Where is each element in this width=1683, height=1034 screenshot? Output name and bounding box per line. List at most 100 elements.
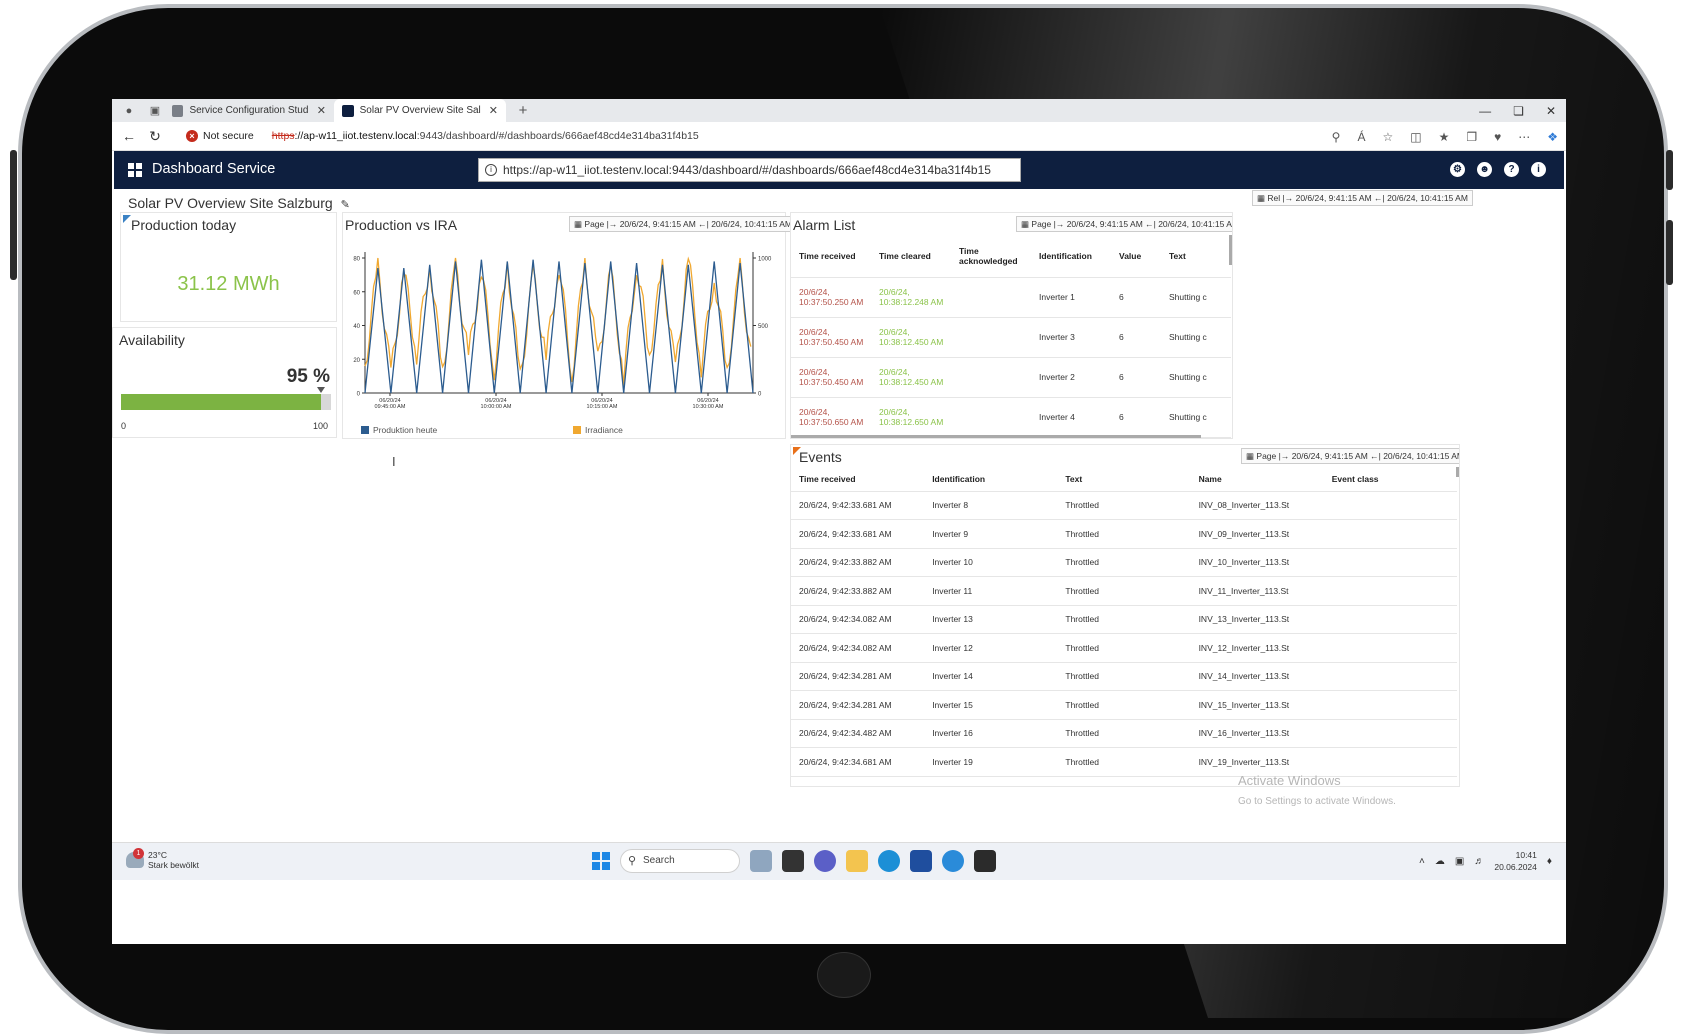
cloud-sync-icon[interactable]: ☁ — [1435, 856, 1445, 867]
tab-actions-icon[interactable]: ▣ — [146, 104, 164, 118]
column-header[interactable]: Identification — [1031, 235, 1111, 278]
calendar-icon: ▦ — [1021, 219, 1032, 229]
cell-received: 20/6/24, 10:37:50.450 AM — [791, 317, 871, 358]
task-view-icon[interactable] — [782, 850, 804, 872]
restore-icon[interactable]: ❏ — [1513, 104, 1524, 118]
cell-cls — [1323, 519, 1457, 549]
header-actions: ⚙ ☻ ? i — [1450, 162, 1546, 177]
apps-grid-icon[interactable] — [128, 163, 142, 177]
user-account-icon[interactable]: ☻ — [1477, 162, 1492, 177]
cell-id: Inverter 11 — [924, 576, 1058, 606]
edit-pencil-icon[interactable]: ✎ — [341, 199, 350, 211]
help-icon[interactable]: ? — [1504, 162, 1519, 177]
more-icon[interactable]: ⋯ — [1518, 130, 1530, 144]
notification-bell-icon[interactable]: ♦ — [1547, 856, 1552, 867]
column-header[interactable]: Time acknowledged — [951, 235, 1031, 278]
column-header[interactable]: Text — [1161, 235, 1231, 278]
collections-icon[interactable]: ❐ — [1466, 130, 1477, 144]
tab-solar-pv-overview[interactable]: Solar PV Overview Site Salzburg ✕ — [334, 99, 506, 122]
favorites-icon[interactable]: ★ — [1439, 130, 1450, 144]
settings-gear-icon[interactable]: ⚙ — [1450, 162, 1465, 177]
profile-icon[interactable]: ● — [120, 104, 138, 118]
production-chart[interactable]: 0204060800500100006/20/2409:45:00 AM06/2… — [343, 213, 787, 440]
edge-browser-icon[interactable] — [878, 850, 900, 872]
close-icon[interactable]: ✕ — [489, 104, 498, 117]
back-icon[interactable]: ← — [116, 128, 142, 144]
widgets-app-icon[interactable] — [750, 850, 772, 872]
volume-icon[interactable]: ♬ — [1474, 856, 1484, 867]
table-row[interactable]: 20/6/24, 9:42:33.882 AM Inverter 10 Thrott… — [791, 548, 1457, 577]
favorite-star-icon[interactable]: ☆ — [1382, 130, 1393, 144]
table-row[interactable]: 20/6/24, 9:42:34.281 AM Inverter 14 Thrott… — [791, 662, 1457, 691]
table-header-row: Time received Time cleared Time acknowledg… — [791, 235, 1231, 278]
address-bar-actions: ⚲ Á ☆ ◫ ★ ❐ ♥ ⋯ ❖ — [1332, 122, 1558, 151]
vertical-scrollbar[interactable] — [1456, 467, 1459, 477]
table-row[interactable]: 20/6/24, 9:42:33.681 AM Inverter 9 Throttl… — [791, 519, 1457, 549]
minimize-icon[interactable]: — — [1479, 104, 1491, 118]
cell-text: Throttled — [1057, 719, 1191, 748]
file-explorer-icon[interactable] — [846, 850, 868, 872]
table-row[interactable]: 20/6/24, 9:42:34.482 AM Inverter 16 Thrott… — [791, 719, 1457, 748]
table-row[interactable]: 20/6/24, 9:42:34.681 AM Inverter 19 Thrott… — [791, 747, 1457, 777]
y-left-tick-label: 0 — [357, 392, 361, 398]
chevron-up-icon[interactable]: ˄ — [1419, 856, 1425, 867]
tab-label: Service Configuration Studio - lio — [189, 105, 309, 116]
tablet-home-button[interactable] — [817, 952, 871, 998]
security-indicator[interactable]: × Not secure — [186, 130, 254, 142]
info-icon[interactable]: i — [1531, 162, 1546, 177]
column-header[interactable]: Time received — [791, 467, 925, 492]
column-header[interactable]: Name — [1190, 467, 1324, 492]
horizontal-scrollbar[interactable] — [791, 435, 1201, 438]
table-row[interactable]: 20/6/24, 9:42:34.281 AM Inverter 15 Thrott… — [791, 690, 1457, 720]
tab-service-configuration[interactable]: Service Configuration Studio - lio ✕ — [164, 99, 334, 122]
table-row[interactable]: 20/6/24, 10:37:50.450 AM 20/6/24, 10:38:1… — [791, 317, 1231, 358]
read-aloud-icon[interactable]: Á — [1357, 130, 1365, 144]
browser-essentials-icon[interactable]: ♥ — [1494, 130, 1501, 144]
vertical-scrollbar[interactable] — [1229, 235, 1232, 265]
column-header[interactable]: Time cleared — [871, 235, 951, 278]
cell-cleared: 20/6/24, 10:38:12.650 AM — [871, 397, 951, 438]
table-row[interactable]: 20/6/24, 10:37:50.650 AM 20/6/24, 10:38:1… — [791, 397, 1231, 438]
x-tick-label: 10:00:00 AM — [481, 404, 512, 410]
split-screen-icon[interactable]: ◫ — [1410, 130, 1421, 144]
column-header[interactable]: Identification — [924, 467, 1058, 492]
global-time-range[interactable]: ▦ Rel |→ 20/6/24, 9:41:15 AM ←| 20/6/24,… — [1252, 190, 1473, 206]
table-header-row: Time received Identification Text Name Event… — [791, 467, 1457, 492]
copilot-icon[interactable]: ❖ — [1547, 130, 1558, 144]
cell-id: Inverter 14 — [924, 662, 1058, 691]
table-row[interactable]: 20/6/24, 9:42:33.681 AM Inverter 8 Throttl… — [791, 491, 1457, 520]
table-row[interactable]: 20/6/24, 10:37:50.250 AM 20/6/24, 10:38:1… — [791, 277, 1231, 318]
legend-item-irradiance[interactable]: Irradiance — [573, 425, 623, 435]
taskbar-search[interactable]: ⚲ Search — [620, 849, 740, 873]
url-field[interactable]: https://ap-w11_iiot.testenv.local:9443/d… — [272, 130, 699, 142]
y-left-tick-label: 40 — [353, 324, 360, 330]
clock[interactable]: 10:41 20.06.2024 — [1494, 849, 1537, 873]
new-tab-button[interactable]: + — [514, 103, 532, 118]
close-icon[interactable]: ✕ — [1546, 104, 1556, 118]
table-row[interactable]: 20/6/24, 9:42:34.082 AM Inverter 12 Thrott… — [791, 633, 1457, 663]
taskbar-apps: ⚲ Search — [592, 849, 996, 873]
store-icon[interactable] — [910, 850, 932, 872]
terminal-icon[interactable] — [974, 850, 996, 872]
teams-chat-icon[interactable] — [814, 850, 836, 872]
column-header[interactable]: Value — [1111, 235, 1161, 278]
y-right-tick-label: 0 — [758, 392, 762, 398]
column-header[interactable]: Text — [1057, 467, 1191, 492]
network-icon[interactable]: ▣ — [1455, 856, 1464, 867]
close-icon[interactable]: ✕ — [317, 104, 326, 117]
alarm-time-range[interactable]: ▦ Page |→ 20/6/24, 9:41:15 AM ←| 20/6/24… — [1016, 216, 1232, 232]
reload-icon[interactable]: ↻ — [142, 128, 168, 145]
screen: ● ▣ Service Configuration Studio - lio ✕… — [112, 99, 1566, 944]
column-header[interactable]: Time received — [791, 235, 871, 278]
app-icon[interactable] — [942, 850, 964, 872]
legend-item-production[interactable]: Produktion heute — [361, 425, 437, 435]
cell-cls — [1323, 548, 1457, 577]
table-row[interactable]: 20/6/24, 9:42:34.082 AM Inverter 13 Thrott… — [791, 605, 1457, 634]
weather-widget[interactable]: 1 23°C Stark bewölkt — [126, 848, 199, 870]
events-time-range[interactable]: ▦ Page |→ 20/6/24, 9:41:15 AM ←| 20/6/24… — [1241, 448, 1459, 464]
start-windows-icon[interactable] — [592, 852, 610, 870]
table-row[interactable]: 20/6/24, 10:37:50.450 AM 20/6/24, 10:38:1… — [791, 357, 1231, 398]
column-header[interactable]: Event class — [1323, 467, 1457, 492]
zoom-icon[interactable]: ⚲ — [1332, 130, 1341, 144]
table-row[interactable]: 20/6/24, 9:42:33.882 AM Inverter 11 Thrott… — [791, 576, 1457, 606]
